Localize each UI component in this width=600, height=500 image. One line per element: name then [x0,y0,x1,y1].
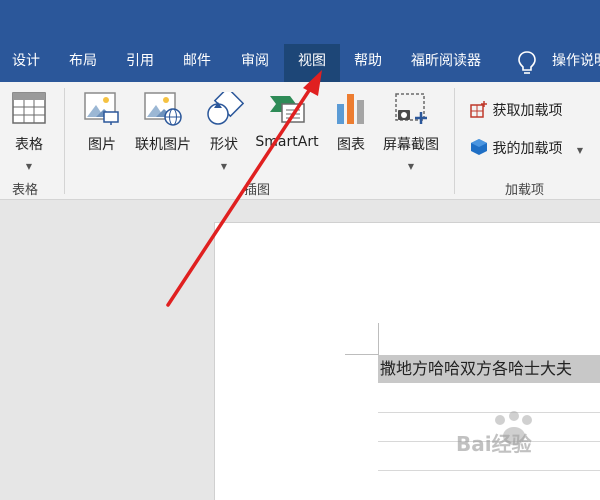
tab-view[interactable]: 视图 [284,44,340,82]
tab-design[interactable]: 设计 [12,44,40,82]
screenshot-button[interactable]: 屏幕截图 ▼ [378,88,444,171]
table-button-label: 表格 [15,137,43,153]
tab-references[interactable]: 引用 [126,44,154,82]
online-picture-button[interactable]: 联机图片 [130,88,196,153]
chart-button-label: 图表 [337,137,365,153]
ribbon-panel: 表格 ▼ 表格 图片 联机图片 形状 ▼ SmartArt 图表 屏幕截图 ▼ … [0,82,600,200]
tab-review[interactable]: 审阅 [241,44,269,82]
smartart-button[interactable]: SmartArt [252,88,322,152]
selected-text[interactable]: 撒地方哈哈双方各哈士大夫 [378,355,600,383]
smartart-button-label: SmartArt [255,134,319,150]
my-addins-label: 我的加载项 [492,141,563,157]
shapes-button-label: 形状 [210,137,238,153]
margin-marker [378,323,379,355]
lightbulb-icon[interactable] [516,50,538,76]
ribbon-tab-bar: 设计 布局 引用 邮件 审阅 视图 帮助 福昕阅读器 操作说明 [0,44,600,82]
get-addins-label: 获取加载项 [492,103,563,119]
picture-icon [84,92,119,125]
store-icon [470,101,487,118]
get-addins-button[interactable]: 获取加载项 [470,100,562,120]
tell-me-label[interactable]: 操作说明 [552,44,600,82]
group-divider [454,88,455,194]
tab-mailings[interactable]: 邮件 [183,44,211,82]
chart-icon [337,94,364,124]
watermark-text: Bai经验 [456,432,532,456]
chevron-down-icon: ▼ [576,146,584,155]
table-button[interactable]: 表格 ▼ [4,88,54,171]
addin-cube-icon [471,139,487,155]
shapes-button[interactable]: 形状 ▼ [200,88,248,171]
screenshot-icon [395,93,427,124]
chevron-down-icon: ▼ [220,162,228,171]
title-bar [0,0,600,44]
baidu-watermark: Bai经验 [456,406,600,472]
chevron-down-icon: ▼ [407,162,415,171]
group-label-addins: 加载项 [505,183,545,198]
tab-help[interactable]: 帮助 [354,44,382,82]
shapes-icon [207,92,244,125]
group-label-illustrations: 插图 [244,183,271,198]
online-picture-icon [144,92,182,126]
smartart-icon [270,96,305,123]
tab-layout[interactable]: 布局 [69,44,97,82]
tab-foxit-reader[interactable]: 福昕阅读器 [411,44,481,82]
picture-button-label: 图片 [88,137,116,153]
margin-marker [345,354,378,355]
chevron-down-icon: ▼ [25,162,33,171]
chart-button[interactable]: 图表 [330,88,372,153]
group-divider [64,88,65,194]
group-label-tables: 表格 [12,183,39,198]
online-picture-button-label: 联机图片 [135,137,191,153]
table-icon [12,92,46,124]
my-addins-button[interactable]: 我的加载项 ▼ [470,138,583,158]
picture-button[interactable]: 图片 [76,88,128,153]
screenshot-button-label: 屏幕截图 [383,137,439,153]
